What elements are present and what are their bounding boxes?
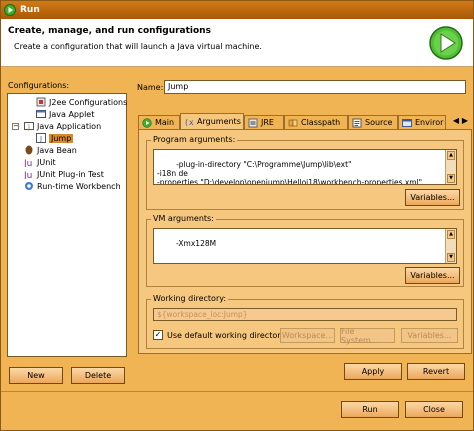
delete-button[interactable]: Delete — [71, 367, 125, 384]
configurations-tree[interactable]: J2ee Configurations Java Applet − J Java… — [7, 93, 127, 357]
tab-jre[interactable]: JRE — [244, 115, 284, 129]
tab-source[interactable]: Source — [348, 115, 398, 129]
apply-button[interactable]: Apply — [344, 363, 402, 380]
tab-label: Main — [155, 118, 175, 127]
divider — [1, 391, 473, 392]
tab-label: Enviror — [415, 118, 444, 127]
working-directory-label: Working directory: — [151, 294, 229, 303]
tab-arguments[interactable]: (x) Arguments — [180, 113, 244, 129]
tab-label: Arguments — [197, 117, 241, 126]
tree-item-jump[interactable]: J Jump — [36, 132, 74, 144]
tree-item-label: Jump — [49, 133, 74, 143]
tree-item-java-application[interactable]: J Java Application — [24, 120, 101, 132]
j2ee-icon — [36, 97, 46, 107]
close-button[interactable]: Close — [405, 401, 463, 418]
tree-item-java-applet[interactable]: Java Applet — [36, 108, 94, 120]
title-bar[interactable]: Run — [1, 1, 473, 19]
program-variables-button[interactable]: Variables... — [405, 189, 460, 206]
program-arguments-field[interactable]: -plug-in-directory "C:\Programme\Jump\li… — [153, 149, 457, 185]
junit-icon: Ju — [24, 159, 32, 167]
tab-scroll-left-icon[interactable]: ◀ — [452, 116, 460, 126]
svg-text:J: J — [27, 124, 30, 131]
bean-icon — [25, 145, 33, 155]
tree-item-junit[interactable]: Ju JUnit — [24, 156, 56, 168]
svg-text:Ju: Ju — [24, 159, 32, 167]
configuration-tabs: Main (x) Arguments JRE Classpath Source … — [138, 113, 472, 129]
program-arguments-scrollbar[interactable]: ▲ ▼ — [445, 150, 456, 184]
window-title: Run — [20, 5, 40, 15]
header-description: Create a configuration that will launch … — [14, 42, 262, 51]
tab-label: Classpath — [301, 118, 341, 127]
vm-variables-button[interactable]: Variables... — [405, 267, 460, 284]
tab-main[interactable]: Main — [138, 115, 180, 129]
collapse-toggle[interactable]: − — [12, 123, 19, 130]
java-application-icon: J — [24, 122, 34, 131]
tree-item-run-time-workbench[interactable]: Run-time Workbench — [24, 180, 121, 192]
tree-item-label: Java Bean — [37, 145, 77, 155]
tab-label: Source — [365, 118, 393, 127]
program-arguments-text: -plug-in-directory "C:\Programme\Jump\li… — [157, 160, 423, 185]
vm-arguments-group: VM arguments: -Xmx128M ▲ ▼ Variables... — [146, 214, 464, 287]
run-dialog: Run Create, manage, and run configuratio… — [0, 0, 474, 431]
vm-arguments-field[interactable]: -Xmx128M ▲ ▼ — [153, 228, 457, 264]
name-label: Name: — [137, 83, 164, 92]
tab-classpath[interactable]: Classpath — [284, 115, 348, 129]
scroll-down-icon[interactable]: ▼ — [447, 174, 455, 183]
scroll-up-icon[interactable]: ▲ — [447, 151, 455, 160]
run-button[interactable]: Run — [341, 401, 399, 418]
vm-arguments-label: VM arguments: — [151, 214, 216, 223]
tab-environment[interactable]: Enviror — [398, 115, 446, 129]
svg-text:J: J — [39, 135, 42, 143]
source-icon — [352, 118, 362, 127]
program-arguments-group: Program arguments: -plug-in-directory "C… — [146, 135, 464, 210]
java-class-icon: J — [36, 133, 46, 143]
tree-item-j2ee-configurations[interactable]: J2ee Configurations — [36, 96, 127, 108]
svg-text:Ju: Ju — [24, 171, 32, 179]
revert-button[interactable]: Revert — [407, 363, 465, 380]
svg-text:(x): (x) — [184, 118, 194, 127]
run-banner-icon — [427, 23, 465, 63]
working-directory-group: Working directory: ${workspace_loc:Jump}… — [146, 294, 464, 349]
tree-item-label: Java Applet — [49, 109, 95, 119]
junit-plugin-icon: Ju — [24, 171, 32, 179]
classpath-icon — [288, 119, 298, 126]
tree-item-label: Java Application — [37, 121, 102, 131]
workspace-button[interactable]: Workspace... — [280, 328, 335, 343]
jre-icon — [248, 118, 258, 127]
tab-label: JRE — [261, 118, 274, 127]
tree-item-junit-plugin-test[interactable]: Ju JUnit Plug-in Test — [24, 168, 104, 180]
tab-scroll-right-icon[interactable]: ▶ — [461, 116, 469, 126]
use-default-label: Use default working directory — [167, 331, 286, 340]
main-icon — [142, 117, 152, 128]
configurations-label: Configurations: — [8, 81, 70, 90]
new-button[interactable]: New — [9, 367, 63, 384]
working-directory-variables-button[interactable]: Variables... — [401, 328, 458, 343]
vm-arguments-scrollbar[interactable]: ▲ ▼ — [445, 229, 456, 263]
arguments-icon: (x) — [184, 118, 194, 127]
workbench-icon — [25, 182, 33, 190]
applet-icon — [36, 110, 46, 118]
environment-icon — [402, 118, 412, 127]
tree-item-label: JUnit — [37, 157, 56, 167]
scroll-up-icon[interactable]: ▲ — [447, 230, 455, 239]
file-system-button[interactable]: File System... — [340, 327, 395, 345]
vm-arguments-text: -Xmx128M — [176, 239, 217, 248]
header-title: Create, manage, and run configurations — [8, 26, 211, 36]
name-field[interactable]: Jump — [164, 80, 466, 94]
use-default-checkbox[interactable]: ✓ — [153, 330, 163, 340]
tree-item-label: Run-time Workbench — [37, 181, 121, 191]
scroll-down-icon[interactable]: ▼ — [447, 253, 455, 262]
program-arguments-label: Program arguments: — [151, 135, 238, 144]
working-directory-field: ${workspace_loc:Jump} — [153, 308, 457, 321]
run-icon — [4, 4, 16, 16]
dialog-header: Create, manage, and run configurations C… — [1, 19, 473, 67]
tree-item-label: J2ee Configurations — [49, 97, 128, 107]
tree-item-label: JUnit Plug-in Test — [37, 169, 104, 179]
arguments-panel: Program arguments: -plug-in-directory "C… — [138, 129, 472, 354]
tree-item-java-bean[interactable]: Java Bean — [24, 144, 77, 156]
